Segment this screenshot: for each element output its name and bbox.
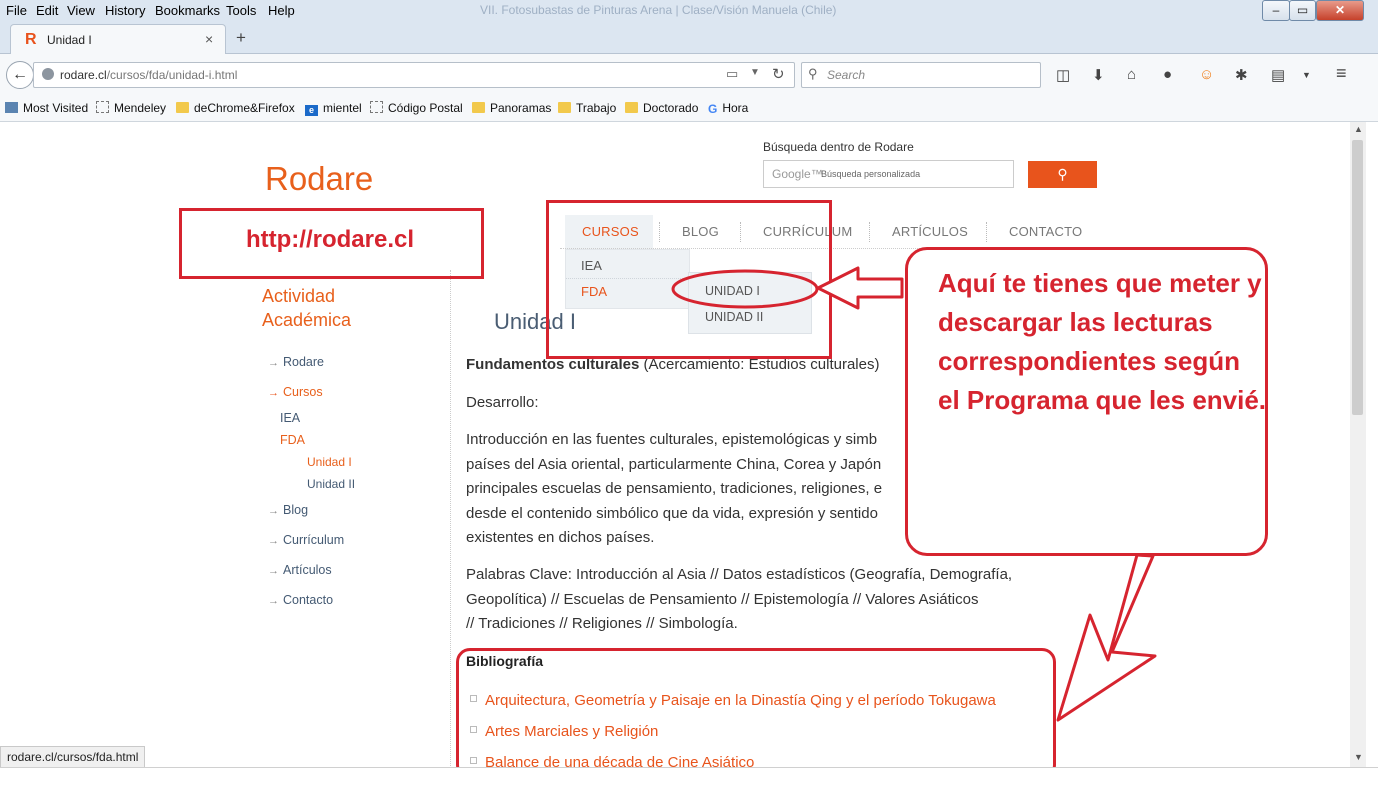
status-bar: rodare.cl/cursos/fda.html — [0, 746, 146, 768]
pointer-arrow-down — [1056, 553, 1157, 722]
unidad-i-highlight-ellipse — [671, 269, 819, 309]
pointer-arrow-left — [816, 266, 904, 310]
taskbar-strip — [0, 767, 1378, 795]
callout-text: Aquí te tienes que meter y descargar las… — [938, 268, 1267, 415]
instruction-callout: Aquí te tienes que meter y descargar las… — [905, 247, 1268, 556]
